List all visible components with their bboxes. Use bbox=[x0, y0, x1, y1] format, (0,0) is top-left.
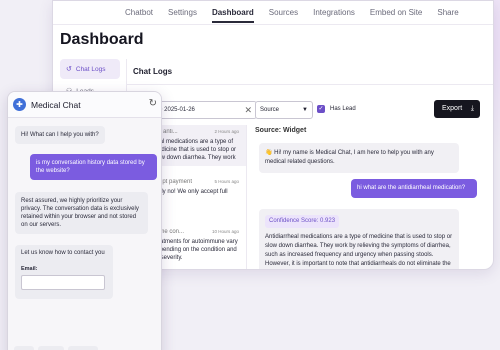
bot-greeting-message: Hi! What can I help you with? bbox=[15, 126, 105, 144]
tab-share[interactable]: Share bbox=[437, 1, 458, 25]
list-item-time: 2 Hours ago bbox=[214, 129, 239, 134]
list-item-time: 10 Hours ago bbox=[211, 229, 239, 234]
list-item-preview: ately no! We only accept full bbox=[153, 189, 228, 195]
bot-greeting-message: 👋 Hi! my name is Medical Chat, I am here… bbox=[259, 143, 459, 173]
confidence-badge: Confidence Score: 0.923 bbox=[265, 215, 340, 228]
list-item-time: 5 Hours ago bbox=[214, 179, 239, 184]
export-label: Export bbox=[442, 105, 463, 112]
section-title: Chat Logs bbox=[133, 67, 173, 76]
chat-widget: ✚ Medical Chat ↻ Hi! What can I help you… bbox=[7, 91, 162, 350]
export-button[interactable]: Export ⤓ bbox=[434, 100, 480, 118]
widget-header: ✚ Medical Chat ↻ bbox=[8, 92, 161, 118]
tab-chatbot[interactable]: Chatbot bbox=[125, 1, 153, 25]
suggestion-buttons bbox=[14, 346, 102, 350]
bot-answer-text: Antidiarrheal medications are a type of … bbox=[265, 234, 453, 267]
contact-prompt: Let us know how to contact you bbox=[21, 250, 105, 256]
bot-answer-message: Confidence Score: 0.923 Antidiarrheal me… bbox=[259, 209, 459, 269]
has-lead-filter[interactable]: ✓ Has Lead bbox=[317, 105, 356, 113]
clear-icon[interactable]: ✕ bbox=[244, 102, 252, 118]
download-icon: ⤓ bbox=[470, 105, 474, 112]
divider bbox=[127, 84, 493, 85]
tab-dashboard[interactable]: Dashboard bbox=[211, 1, 254, 25]
suggestion-button[interactable] bbox=[14, 346, 34, 350]
chevron-down-icon: ▼ bbox=[302, 107, 308, 113]
chat-detail: Source: Widget 👋 Hi! my name is Medical … bbox=[249, 125, 493, 269]
medical-logo-icon: ✚ bbox=[13, 98, 26, 111]
page-title: Dashboard bbox=[60, 31, 144, 48]
list-item-preview: heal medications are a type of medicine … bbox=[153, 139, 237, 161]
bot-reply-message: Rest assured, we highly prioritize your … bbox=[15, 192, 148, 234]
widget-title: Medical Chat bbox=[31, 99, 81, 110]
email-field[interactable] bbox=[21, 275, 105, 290]
tab-integrations[interactable]: Integrations bbox=[313, 1, 355, 25]
has-lead-label: Has Lead bbox=[330, 106, 356, 112]
source-select-value: Source bbox=[260, 107, 280, 113]
suggestion-button[interactable] bbox=[68, 346, 98, 350]
sidebar-item-label: Chat Logs bbox=[75, 65, 106, 73]
refresh-icon[interactable]: ↻ bbox=[149, 98, 157, 109]
tab-settings[interactable]: Settings bbox=[168, 1, 197, 25]
email-label: Email: bbox=[21, 266, 38, 272]
suggestion-button[interactable] bbox=[38, 346, 64, 350]
user-message: is my conversation history data stored b… bbox=[30, 154, 157, 180]
chat-logs-section: Chat Logs 9 ~ 2025-01-26 ✕ Source ▼ ✓ Ha… bbox=[126, 59, 493, 269]
list-item-preview: treatments for autoimmune vary depending… bbox=[153, 239, 238, 261]
source-label: Source: Widget bbox=[255, 127, 307, 134]
tab-embed-on-site[interactable]: Embed on Site bbox=[370, 1, 422, 25]
refresh-icon: ↺ bbox=[66, 66, 72, 73]
tab-sources[interactable]: Sources bbox=[269, 1, 298, 25]
contact-form: Let us know how to contact you Email: bbox=[15, 245, 113, 299]
top-navigation: Chatbot Settings Dashboard Sources Integ… bbox=[53, 1, 493, 25]
user-message: hi what are the antidiarrheal medication… bbox=[351, 179, 477, 198]
sidebar-item-chat-logs[interactable]: ↺ Chat Logs bbox=[60, 59, 120, 79]
checkbox-checked-icon[interactable]: ✓ bbox=[317, 105, 325, 113]
source-select[interactable]: Source ▼ bbox=[255, 101, 313, 119]
